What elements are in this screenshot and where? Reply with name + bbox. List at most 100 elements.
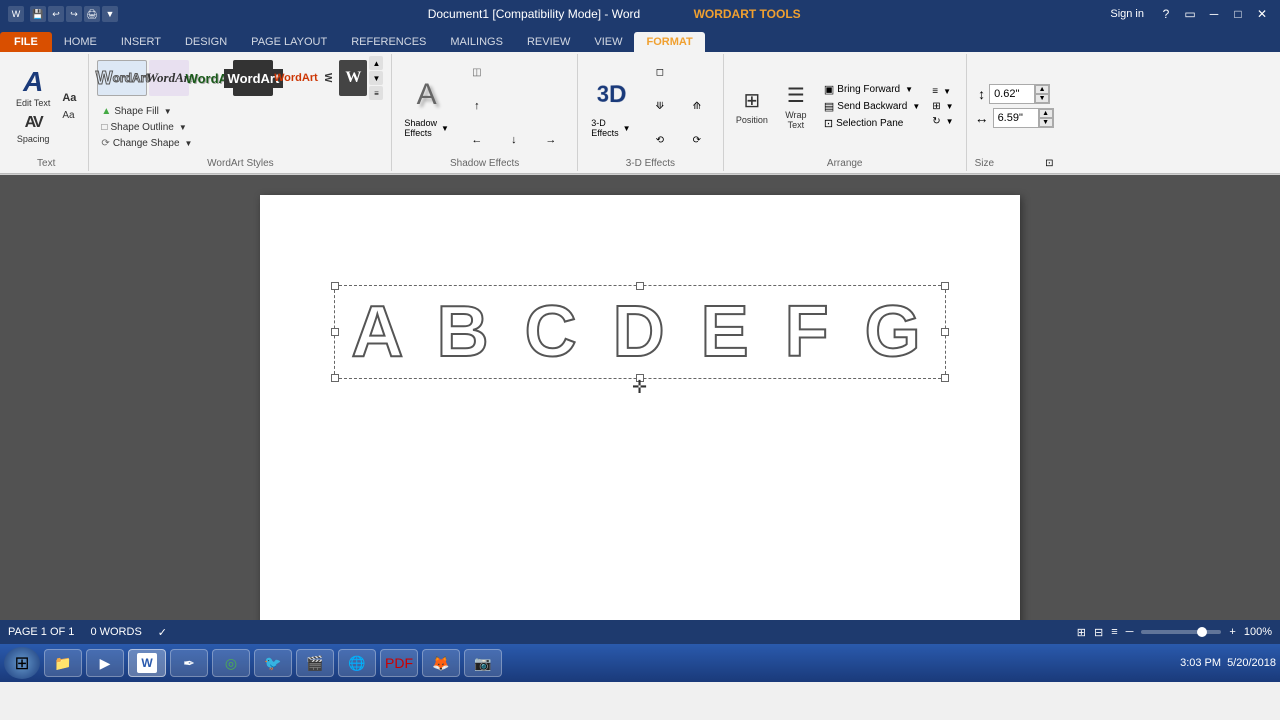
group-button[interactable]: ⊞ ▼ — [928, 100, 957, 113]
help-btn[interactable]: ? — [1156, 4, 1176, 24]
wrap-text-button[interactable]: ☰ WrapText — [776, 81, 816, 132]
shadow-nudge-left[interactable]: ← — [459, 124, 495, 156]
3d-tilt-down[interactable]: ⟱ — [642, 90, 678, 122]
save-icon[interactable]: 💾 — [30, 6, 46, 22]
word-icon[interactable]: W — [8, 6, 24, 22]
pen-btn[interactable]: ✒ — [170, 649, 208, 677]
browser2-btn[interactable]: 🌐 — [338, 649, 376, 677]
maximize-btn[interactable]: □ — [1228, 4, 1248, 24]
tab-page-layout[interactable]: PAGE LAYOUT — [239, 32, 339, 52]
view-print-icon[interactable]: ⊞ — [1077, 626, 1086, 639]
handle-bottom-right[interactable] — [941, 374, 949, 382]
tab-references[interactable]: REFERENCES — [339, 32, 438, 52]
status-bar: PAGE 1 OF 1 0 WORDS ✓ ⊞ ⊟ ≡ ─ + 100% — [0, 620, 1280, 644]
media-player-btn[interactable]: ▶ — [86, 649, 124, 677]
wordart-style-5[interactable]: WordArt — [275, 60, 315, 96]
3d-tilt-up[interactable]: ⟰ — [679, 90, 715, 122]
av-spacing-button[interactable]: AV Spacing — [13, 112, 54, 146]
tab-mailings[interactable]: MAILINGS — [438, 32, 515, 52]
zoom-slider[interactable] — [1141, 630, 1221, 634]
view-web-icon[interactable]: ⊟ — [1094, 626, 1103, 639]
text-group-content: A Edit Text AV Spacing Aa Aa — [12, 56, 80, 156]
page-info: PAGE 1 OF 1 — [8, 626, 74, 638]
width-up-arrow[interactable]: ▲ — [1039, 109, 1053, 118]
height-up-arrow[interactable]: ▲ — [1035, 85, 1049, 94]
effects-3d-button[interactable]: 3D 3-DEffects ▼ — [586, 72, 636, 140]
minimize-btn[interactable]: ─ — [1204, 4, 1224, 24]
proofing-icon[interactable]: ✓ — [158, 626, 167, 639]
view-read-icon[interactable]: ≡ — [1111, 626, 1117, 638]
file-explorer-btn[interactable]: 📁 — [44, 649, 82, 677]
handle-top-left[interactable] — [331, 282, 339, 290]
tab-review[interactable]: REVIEW — [515, 32, 582, 52]
wordart-style-bold[interactable]: W — [339, 60, 367, 96]
shadow-effects-button[interactable]: A ShadowEffects ▼ — [400, 72, 452, 140]
chrome-btn[interactable]: ◎ — [212, 649, 250, 677]
firefox-btn[interactable]: 🦊 — [422, 649, 460, 677]
tab-view[interactable]: VIEW — [582, 32, 634, 52]
height-down-arrow[interactable]: ▼ — [1035, 94, 1049, 103]
shadow-on-off-btn[interactable]: ◫ — [459, 56, 495, 88]
tab-format[interactable]: FORMAT — [634, 32, 704, 52]
media2-btn[interactable]: 🎬 — [296, 649, 334, 677]
print-icon[interactable]: 🖨 — [84, 6, 100, 22]
close-btn[interactable]: ✕ — [1252, 4, 1272, 24]
camera-btn[interactable]: 📷 — [464, 649, 502, 677]
zoom-level[interactable]: 100% — [1244, 626, 1272, 638]
edit-text-label: Edit Text — [16, 98, 50, 108]
width-down-arrow[interactable]: ▼ — [1039, 118, 1053, 127]
send-backward-button[interactable]: ▤ Send Backward ▼ — [820, 99, 924, 114]
3d-on-off-btn[interactable]: ◻ — [642, 56, 678, 88]
ribbon-btn[interactable]: ▭ — [1180, 4, 1200, 24]
wordart-style-selected[interactable]: W ordArt — [97, 60, 147, 96]
tab-home[interactable]: HOME — [52, 32, 109, 52]
wordart-style-4[interactable]: WordArt — [233, 60, 273, 96]
handle-top-right[interactable] — [941, 282, 949, 290]
zoom-in-btn[interactable]: + — [1229, 626, 1235, 638]
sign-in[interactable]: Sign in — [1110, 8, 1144, 20]
handle-middle-right[interactable] — [941, 328, 949, 336]
gallery-up-arrow[interactable]: ▲ — [369, 56, 383, 70]
tab-insert[interactable]: INSERT — [109, 32, 173, 52]
shadow-nudge-right[interactable]: → — [533, 124, 569, 156]
change-shape-button[interactable]: ⟳ Change Shape ▼ — [97, 136, 196, 151]
word-taskbar-btn[interactable]: W — [128, 649, 166, 677]
start-button[interactable]: ⊞ — [4, 647, 40, 679]
pdf-btn[interactable]: PDF — [380, 649, 418, 677]
wordart-selection-box[interactable]: A B C D E F G ✛ — [334, 285, 945, 379]
customize-icon[interactable]: ▼ — [102, 6, 118, 22]
selection-pane-icon: ⊡ — [824, 117, 833, 130]
abc-btn-1[interactable]: Aa — [58, 90, 80, 106]
3d-tilt-right[interactable]: ⟳ — [679, 124, 715, 156]
3d-tilt-left[interactable]: ⟲ — [642, 124, 678, 156]
shadow-nudge-down[interactable]: ↓ — [496, 124, 532, 156]
shape-fill-button[interactable]: ▲ Shape Fill ▼ — [97, 104, 196, 119]
bird-btn[interactable]: 🐦 — [254, 649, 292, 677]
gallery-more-arrow[interactable]: ≡ — [369, 86, 383, 100]
width-value[interactable]: 6.59" — [994, 110, 1038, 126]
handle-middle-left[interactable] — [331, 328, 339, 336]
selection-pane-button[interactable]: ⊡ Selection Pane — [820, 116, 924, 131]
handle-bottom-left[interactable] — [331, 374, 339, 382]
shadow-nudge-up[interactable]: ↑ — [459, 90, 495, 122]
gallery-down-arrow[interactable]: ▼ — [369, 71, 383, 85]
bring-forward-button[interactable]: ▣ Bring Forward ▼ — [820, 82, 924, 97]
handle-top-middle[interactable] — [636, 282, 644, 290]
abc-btn-2[interactable]: Aa — [58, 108, 80, 123]
taskbar-time: 3:03 PM — [1180, 657, 1221, 669]
redo-icon[interactable]: ↪ — [66, 6, 82, 22]
shape-outline-button[interactable]: □ Shape Outline ▼ — [97, 120, 196, 135]
align-button[interactable]: ≡ ▼ — [928, 85, 957, 98]
edit-text-button[interactable]: A Edit Text — [12, 66, 54, 110]
tab-file[interactable]: FILE — [0, 32, 52, 52]
zoom-out-btn[interactable]: ─ — [1126, 626, 1134, 638]
taskbar-date: 5/20/2018 — [1227, 657, 1276, 669]
tab-design[interactable]: DESIGN — [173, 32, 239, 52]
firefox-icon: 🦊 — [431, 653, 451, 673]
position-button[interactable]: ⊞ Position — [732, 86, 772, 127]
undo-icon[interactable]: ↩ — [48, 6, 64, 22]
edit-text-icon: A — [23, 68, 43, 96]
rotate-button[interactable]: ↻ ▼ — [928, 115, 957, 128]
size-dialog-launcher[interactable]: ⊡ — [1045, 158, 1053, 169]
height-value[interactable]: 0.62" — [990, 86, 1034, 102]
